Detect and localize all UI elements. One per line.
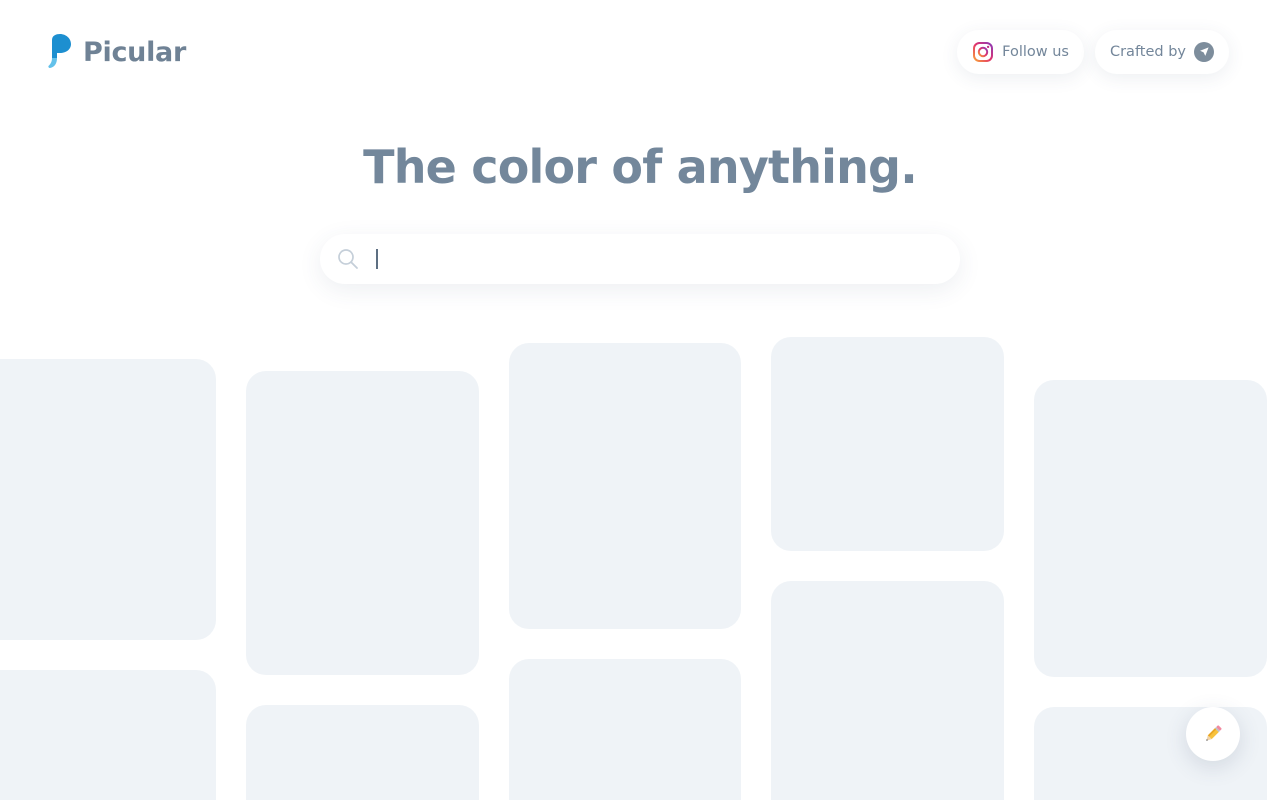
picular-logo-icon [48,34,71,68]
search-input[interactable] [373,244,960,274]
follow-us-label: Follow us [1002,44,1069,60]
page: Picular Follow us Crafted by The color o… [0,0,1280,800]
color-card-placeholder [771,581,1004,800]
color-card-placeholder [246,705,479,800]
search-icon [338,249,358,269]
page-title: The color of anything. [363,140,918,194]
color-card-placeholder [771,337,1004,551]
follow-us-button[interactable]: Follow us [957,30,1084,74]
compass-icon [1194,42,1214,62]
crafted-by-button[interactable]: Crafted by [1094,30,1229,74]
crafted-by-label: Crafted by [1109,44,1186,60]
color-card-placeholder [509,659,741,800]
pencil-button[interactable] [1186,707,1240,761]
color-card-placeholder [0,359,216,640]
logo[interactable]: Picular [48,34,186,70]
search-bar[interactable] [320,234,960,284]
header-actions: Follow us Crafted by [957,30,1229,74]
color-card-placeholder [1034,380,1267,677]
color-card-placeholder [509,343,741,629]
pencil-icon [1206,725,1222,741]
color-card-placeholder [246,371,479,675]
text-cursor [376,249,378,269]
instagram-icon [973,42,994,62]
logo-text: Picular [83,36,186,68]
color-card-placeholder [0,670,216,800]
